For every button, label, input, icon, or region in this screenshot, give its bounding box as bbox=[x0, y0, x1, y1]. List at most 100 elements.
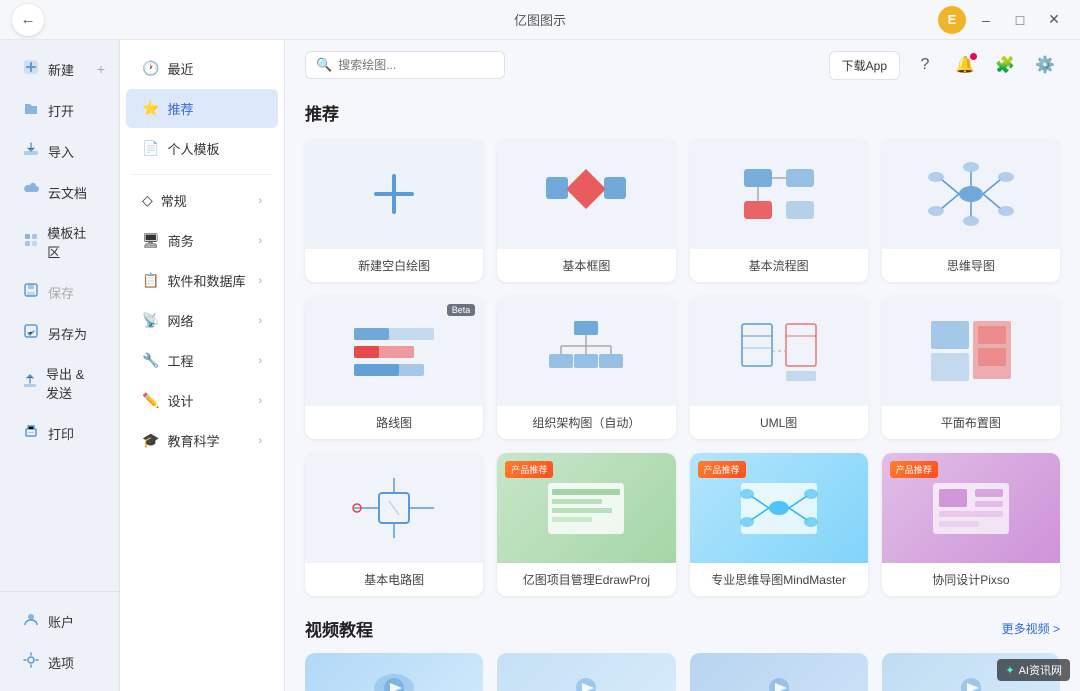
share-icon: 🧩 bbox=[995, 55, 1015, 75]
share-btn[interactable]: 🧩 bbox=[990, 50, 1020, 80]
watermark-text: AI资讯网 bbox=[1019, 662, 1062, 678]
template-label-new-blank: 新建空白绘图 bbox=[305, 249, 483, 282]
minimize-btn[interactable]: ‒ bbox=[972, 6, 1000, 34]
sidebar-item-print[interactable]: 打印 bbox=[6, 413, 113, 453]
template-card-route[interactable]: Beta 路线图 bbox=[305, 296, 483, 439]
notification-btn[interactable]: 🔔 bbox=[950, 50, 980, 80]
template-label-edrawproj: 亿图项目管理EdrawProj bbox=[497, 563, 675, 596]
new-icon bbox=[22, 59, 40, 79]
sidebar-item-saveas[interactable]: 另存为 bbox=[6, 313, 113, 353]
template-card-new-blank[interactable]: 新建空白绘图 bbox=[305, 139, 483, 282]
template-card-org-chart[interactable]: 组织架构图（自动） bbox=[497, 296, 675, 439]
sidebar-item-account[interactable]: 账户 bbox=[6, 601, 113, 641]
sidebar-export-label: 导出 & 发送 bbox=[46, 364, 97, 402]
template-grid: 新建空白绘图 基本框图 bbox=[305, 139, 1060, 596]
sidebar-new-label: 新建 bbox=[48, 60, 74, 79]
more-videos-link[interactable]: 更多视频 > bbox=[1002, 620, 1060, 637]
education-chevron: › bbox=[258, 435, 262, 447]
left-sidebar: 新建 + 打开 导入 云文档 bbox=[0, 40, 120, 691]
user-avatar[interactable]: E bbox=[938, 6, 966, 34]
content-body: 推荐 新建空白绘图 bbox=[285, 100, 1080, 691]
template-label-basic-frame: 基本框图 bbox=[497, 249, 675, 282]
settings-icon: ⚙️ bbox=[1035, 55, 1055, 75]
save-icon bbox=[22, 282, 40, 302]
video-card-3[interactable] bbox=[690, 653, 868, 691]
nav-item-education[interactable]: 🎓 教育科学 › bbox=[126, 421, 278, 460]
product-badge-edrawproj: 产品推荐 bbox=[505, 461, 553, 478]
template-img-org-chart bbox=[497, 296, 675, 406]
nav-item-general[interactable]: ◇ 常规 › bbox=[126, 181, 278, 220]
download-app-btn[interactable]: 下载App bbox=[829, 51, 900, 80]
template-img-circuit bbox=[305, 453, 483, 563]
nav-recommend-label: 推荐 bbox=[167, 99, 262, 118]
template-card-uml[interactable]: UML图 bbox=[690, 296, 868, 439]
nav-design-label: 设计 bbox=[167, 391, 258, 410]
search-icon: 🔍 bbox=[316, 57, 332, 73]
nav-item-design[interactable]: ✏️ 设计 › bbox=[126, 381, 278, 420]
template-img-basic-frame bbox=[497, 139, 675, 249]
template-img-edrawproj: 产品推荐 bbox=[497, 453, 675, 563]
template-card-pixso[interactable]: 产品推荐 协同设计Pixso bbox=[882, 453, 1060, 596]
sidebar-item-save[interactable]: 保存 bbox=[6, 272, 113, 312]
watermark: ✦ AI资讯网 bbox=[997, 659, 1070, 681]
software-icon: 📋 bbox=[142, 272, 159, 289]
template-card-circuit[interactable]: 基本电路图 bbox=[305, 453, 483, 596]
nav-item-recent[interactable]: 🕐 最近 bbox=[126, 49, 278, 88]
nav-item-personal[interactable]: 📄 个人模板 bbox=[126, 129, 278, 168]
video-grid bbox=[305, 653, 1060, 691]
sidebar-cloud-label: 云文档 bbox=[48, 183, 87, 202]
template-card-layout[interactable]: 平面布置图 bbox=[882, 296, 1060, 439]
business-icon: 🖥 bbox=[142, 232, 160, 249]
open-icon bbox=[22, 100, 40, 120]
nav-item-engineering[interactable]: 🔧 工程 › bbox=[126, 341, 278, 380]
notification-dot bbox=[970, 53, 977, 60]
watermark-star: ✦ bbox=[1005, 664, 1014, 677]
engineering-icon: 🔧 bbox=[142, 352, 159, 369]
app-title: 亿图图示 bbox=[514, 10, 566, 29]
template-img-layout bbox=[882, 296, 1060, 406]
sidebar-item-export[interactable]: 导出 & 发送 bbox=[6, 354, 113, 412]
sidebar-print-label: 打印 bbox=[48, 424, 74, 443]
maximize-btn[interactable]: □ bbox=[1006, 6, 1034, 34]
nav-item-network[interactable]: 📡 网络 › bbox=[126, 301, 278, 340]
nav-network-label: 网络 bbox=[167, 311, 258, 330]
recent-icon: 🕐 bbox=[142, 60, 159, 77]
nav-item-business[interactable]: 🖥 商务 › bbox=[126, 221, 278, 260]
nav-recent-label: 最近 bbox=[167, 59, 262, 78]
recommend-icon: ⭐ bbox=[142, 100, 159, 117]
sidebar-item-new[interactable]: 新建 + bbox=[6, 49, 113, 89]
product-badge-mindmaster: 产品推荐 bbox=[698, 461, 746, 478]
search-input[interactable] bbox=[338, 58, 494, 72]
template-img-mindmaster: 产品推荐 bbox=[690, 453, 868, 563]
template-card-edrawproj[interactable]: 产品推荐 亿图项目管理EdrawProj bbox=[497, 453, 675, 596]
nav-item-software[interactable]: 📋 软件和数据库 › bbox=[126, 261, 278, 300]
print-icon bbox=[22, 423, 40, 443]
video-card-2[interactable] bbox=[497, 653, 675, 691]
template-img-mind-map bbox=[882, 139, 1060, 249]
template-label-uml: UML图 bbox=[690, 406, 868, 439]
sidebar-item-community[interactable]: 模板社区 bbox=[6, 213, 113, 271]
import-icon bbox=[22, 141, 40, 161]
nav-item-recommend[interactable]: ⭐ 推荐 bbox=[126, 89, 278, 128]
template-card-basic-frame[interactable]: 基本框图 bbox=[497, 139, 675, 282]
settings-btn[interactable]: ⚙️ bbox=[1030, 50, 1060, 80]
template-img-new-blank bbox=[305, 139, 483, 249]
nav-business-label: 商务 bbox=[168, 231, 259, 250]
sidebar-item-import[interactable]: 导入 bbox=[6, 131, 113, 171]
video-card-1[interactable] bbox=[305, 653, 483, 691]
template-card-mindmaster[interactable]: 产品推荐 bbox=[690, 453, 868, 596]
design-chevron: › bbox=[258, 395, 262, 407]
beta-badge: Beta bbox=[447, 304, 476, 316]
template-card-mind-map[interactable]: 思维导图 bbox=[882, 139, 1060, 282]
sidebar-bottom: 账户 选项 bbox=[0, 591, 119, 683]
sidebar-item-options[interactable]: 选项 bbox=[6, 642, 113, 682]
template-label-circuit: 基本电路图 bbox=[305, 563, 483, 596]
search-box[interactable]: 🔍 bbox=[305, 51, 505, 79]
nav-personal-label: 个人模板 bbox=[167, 139, 262, 158]
template-card-basic-flow[interactable]: 基本流程图 bbox=[690, 139, 868, 282]
close-btn[interactable]: ✕ bbox=[1040, 6, 1068, 34]
titlebar-back-btn[interactable]: ← bbox=[12, 4, 44, 36]
help-btn[interactable]: ? bbox=[910, 50, 940, 80]
sidebar-item-cloud[interactable]: 云文档 bbox=[6, 172, 113, 212]
sidebar-item-open[interactable]: 打开 bbox=[6, 90, 113, 130]
